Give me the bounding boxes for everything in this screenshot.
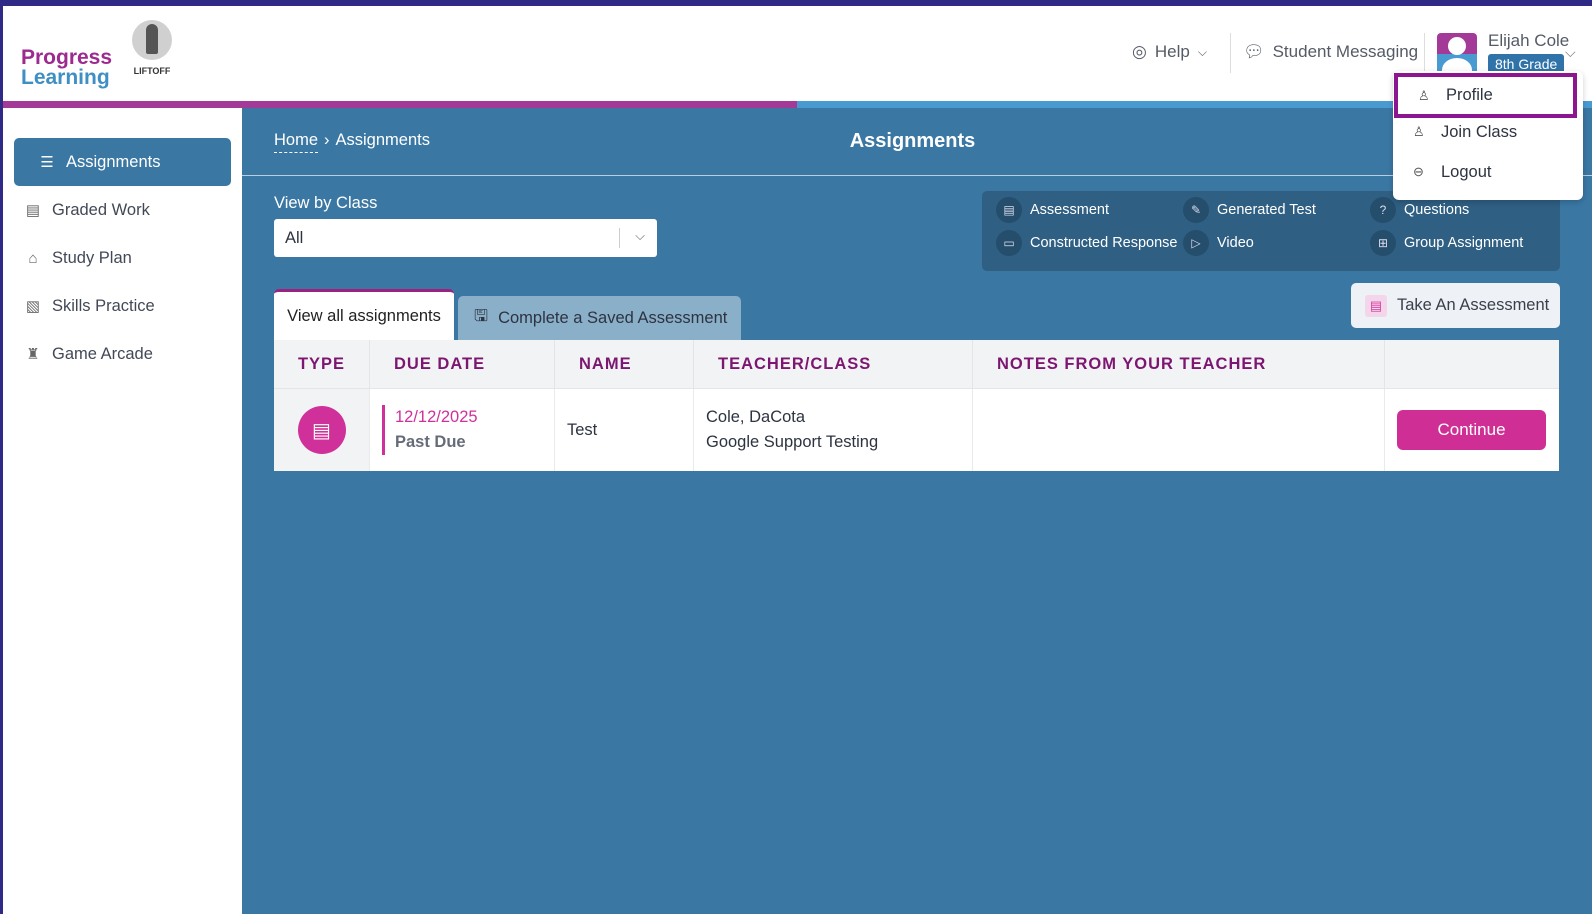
assessment-type-icon: ▤: [297, 406, 346, 454]
practice-icon: ▧: [25, 298, 41, 315]
sidebar-item-study-plan[interactable]: ⌂ Study Plan: [14, 234, 231, 282]
header-stripe: [0, 101, 1592, 108]
user-name[interactable]: Elijah Cole: [1488, 31, 1569, 51]
graded-icon: ▤: [25, 202, 41, 219]
menu-item-logout[interactable]: ⊖ Logout: [1393, 152, 1583, 192]
chat-icon: 💬︎: [1243, 42, 1265, 61]
column-header-due-date: DUE DATE: [370, 340, 555, 389]
legend-item: ? Questions: [1370, 197, 1469, 223]
legend-item: ▭ Constructed Response: [996, 230, 1178, 256]
take-assessment-button[interactable]: ▤ Take An Assessment: [1351, 283, 1560, 328]
rocket-icon: [132, 20, 172, 60]
tab-view-all-assignments[interactable]: View all assignments: [274, 289, 454, 340]
menu-item-join-class[interactable]: ♙ Join Class: [1393, 112, 1583, 152]
sidebar: ☰ Assignments ▤ Graded Work ⌂ Study Plan ▧ S…: [3, 108, 242, 914]
column-header-teacher-class: TEACHER/CLASS: [694, 340, 973, 389]
book-icon: ⌂: [28, 249, 38, 267]
window-edge: [0, 0, 3, 914]
chevron-down-icon[interactable]: ⌵: [1565, 44, 1576, 61]
breadcrumb-current: Assignments: [335, 131, 430, 149]
tab-complete-saved-assessment[interactable]: 🖫︎ Complete a Saved Assessment: [458, 296, 741, 340]
sidebar-item-game-arcade[interactable]: ♜ Game Arcade: [14, 330, 231, 378]
chevron-down-icon: ⌵: [635, 228, 645, 243]
column-header-type: TYPE: [274, 340, 370, 389]
divider: [1230, 33, 1231, 73]
sidebar-item-assignments[interactable]: ☰ Assignments: [14, 138, 231, 186]
monitor-icon: ▭: [996, 230, 1022, 256]
status-badge: Past Due: [395, 433, 466, 451]
user-icon: ♙: [1413, 124, 1425, 139]
stack-icon: ☰: [40, 154, 54, 171]
play-icon: ▷: [1183, 230, 1209, 256]
column-header-notes: NOTES FROM YOUR TEACHER: [973, 340, 1385, 389]
edit-list-icon: ✎: [1183, 197, 1209, 223]
table-header: TYPE DUE DATE NAME TEACHER/CLASS NOTES F…: [274, 340, 1559, 389]
chevron-down-icon: ⌵: [1197, 44, 1207, 59]
liftoff-logo: LIFTOFF: [130, 20, 174, 76]
user-dropdown-menu: ♙ Profile ♙ Join Class ⊖ Logout: [1393, 71, 1583, 200]
assignment-type-legend: ▤ Assessment ✎ Generated Test ? Questions ▭…: [982, 191, 1560, 271]
column-header-action: [1385, 340, 1559, 389]
due-date: 12/12/2025: [395, 408, 478, 426]
assignments-table: TYPE DUE DATE NAME TEACHER/CLASS NOTES F…: [274, 340, 1559, 471]
sidebar-item-graded-work[interactable]: ▤ Graded Work: [14, 186, 231, 234]
divider: [242, 175, 1592, 176]
breadcrumb-home[interactable]: Home: [274, 131, 319, 153]
continue-button[interactable]: Continue: [1397, 410, 1546, 450]
sidebar-item-skills-practice[interactable]: ▧ Skills Practice: [14, 282, 231, 330]
progress-learning-logo[interactable]: Progress Learning: [21, 47, 112, 88]
breadcrumb: Home › Assignments: [274, 131, 430, 153]
legend-item: ▷ Video: [1183, 230, 1254, 256]
divider: [1424, 33, 1425, 73]
rocket-icon: ♜: [26, 346, 40, 363]
user-icon: ♙: [1418, 87, 1430, 103]
class-name: Google Support Testing: [706, 433, 879, 451]
lifebuoy-icon: ◎: [1132, 42, 1147, 61]
avatar[interactable]: [1437, 33, 1477, 75]
logout-icon: ⊖: [1413, 164, 1424, 179]
question-icon: ?: [1370, 197, 1396, 223]
group-add-icon: ⊞: [1370, 230, 1396, 256]
help-menu[interactable]: ◎ Help ⌵: [1132, 42, 1207, 62]
legend-item: ▤ Assessment: [996, 197, 1109, 223]
teacher-name: Cole, DaCota: [706, 408, 806, 426]
column-header-name: NAME: [555, 340, 694, 389]
list-icon: ▤: [996, 197, 1022, 223]
assignment-name: Test: [567, 420, 598, 439]
list-icon: ▤: [1365, 294, 1387, 317]
page-title: Assignments: [849, 130, 976, 152]
student-messaging-link[interactable]: 💬︎ Student Messaging: [1243, 42, 1418, 62]
class-filter-select[interactable]: All ⌵: [274, 219, 657, 257]
save-icon: 🖫︎: [474, 307, 489, 325]
legend-item: ⊞ Group Assignment: [1370, 230, 1523, 256]
legend-item: ✎ Generated Test: [1183, 197, 1316, 223]
class-filter-label: View by Class: [274, 194, 378, 212]
